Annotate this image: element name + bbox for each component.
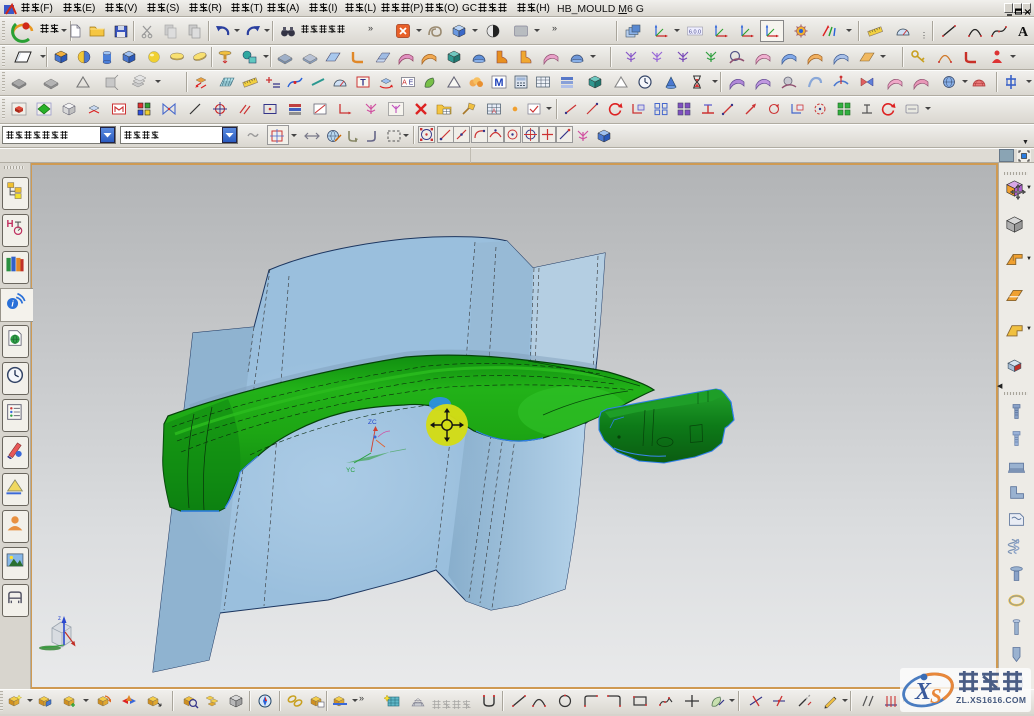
svg-text:M: M bbox=[494, 77, 503, 89]
svg-text:ZC: ZC bbox=[368, 419, 377, 426]
svg-text:YC: YC bbox=[346, 467, 355, 474]
svg-text:A: A bbox=[492, 109, 496, 115]
svg-text:A: A bbox=[402, 80, 407, 87]
svg-text:E: E bbox=[409, 80, 414, 87]
svg-text:H: H bbox=[6, 219, 13, 230]
svg-text:6.0.0: 6.0.0 bbox=[689, 30, 701, 36]
svg-text:A: A bbox=[1018, 25, 1029, 39]
svg-text:S: S bbox=[930, 684, 942, 708]
svg-text:T: T bbox=[360, 78, 366, 88]
svg-text:z: z bbox=[58, 616, 61, 622]
